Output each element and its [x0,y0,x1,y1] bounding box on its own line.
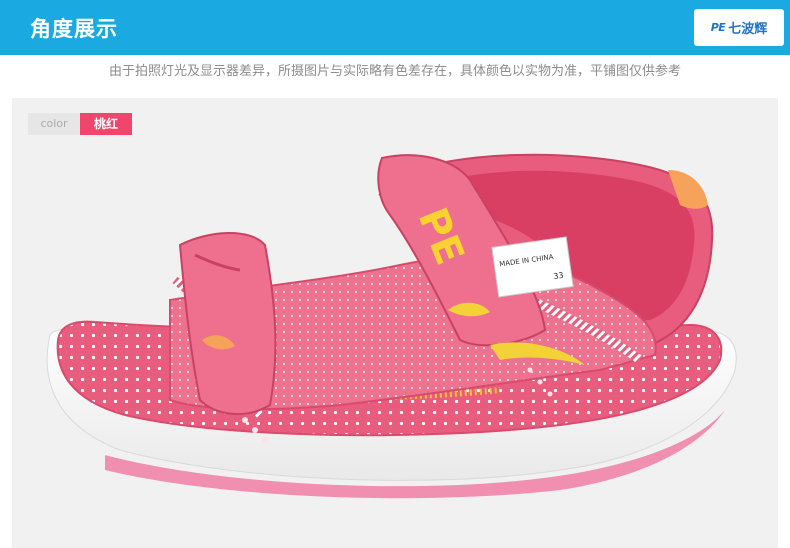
color-label: color [28,113,80,135]
color-tag: color 桃红 [28,113,132,135]
sandal-image: PE MADE IN CHINA 33 [46,153,737,499]
size-text: 33 [553,271,564,281]
color-value: 桃红 [80,113,132,135]
